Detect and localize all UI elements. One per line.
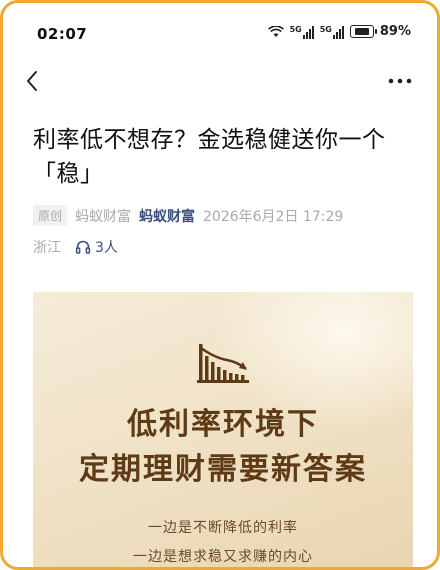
network-type-2: 5G: [319, 24, 332, 34]
back-button[interactable]: [21, 67, 45, 95]
listen-button[interactable]: 3人: [75, 237, 118, 257]
banner-headline-2: 定期理财需要新答案: [79, 452, 367, 487]
signal-icon: [332, 25, 344, 39]
listener-count: 3人: [95, 240, 118, 256]
banner-subtext-1: 一边是不断降低的利率: [148, 520, 298, 536]
status-icons: 5G 5G 89%: [267, 24, 411, 39]
article-meta: 原创 蚂蚁财富 蚂蚁财富 2026年6月2日 17:29: [33, 205, 343, 226]
wifi-icon: [267, 25, 284, 37]
battery-level: 89%: [379, 24, 411, 39]
phone-screen: 02:07 5G 5G 89% 利率低不想存？金选稳健送你一个「稳」 原创 蚂蚁…: [0, 0, 440, 570]
banner-headline-1: 低利率环境下: [127, 407, 319, 442]
original-tag: 原创: [33, 205, 68, 226]
status-time: 02:07: [37, 25, 88, 43]
nav-bar: [3, 63, 437, 103]
author-name: 蚂蚁财富: [75, 208, 132, 225]
article-banner-image: 低利率环境下 定期理财需要新答案 一边是不断降低的利率 一边是想求稳又求赚的内心: [33, 292, 413, 567]
back-chevron-icon: [27, 71, 37, 91]
headphone-icon: [75, 240, 91, 254]
publish-datetime: 2026年6月2日 17:29: [203, 208, 344, 225]
more-button[interactable]: [387, 73, 413, 89]
source-account-link[interactable]: 蚂蚁财富: [139, 206, 195, 226]
battery-icon: [349, 25, 377, 38]
article-title: 利率低不想存？金选稳健送你一个「稳」: [33, 127, 386, 187]
network-type-1: 5G: [289, 24, 302, 34]
status-bar: 02:07 5G 5G 89%: [3, 3, 437, 61]
article-meta-secondary: 浙江 3人: [33, 237, 118, 257]
signal-icon: [302, 25, 314, 39]
location: 浙江: [33, 240, 61, 256]
banner-subtext-2: 一边是想求稳又求赚的内心: [133, 549, 313, 565]
more-dots-icon: [388, 78, 412, 84]
declining-chart-icon: [197, 344, 249, 383]
